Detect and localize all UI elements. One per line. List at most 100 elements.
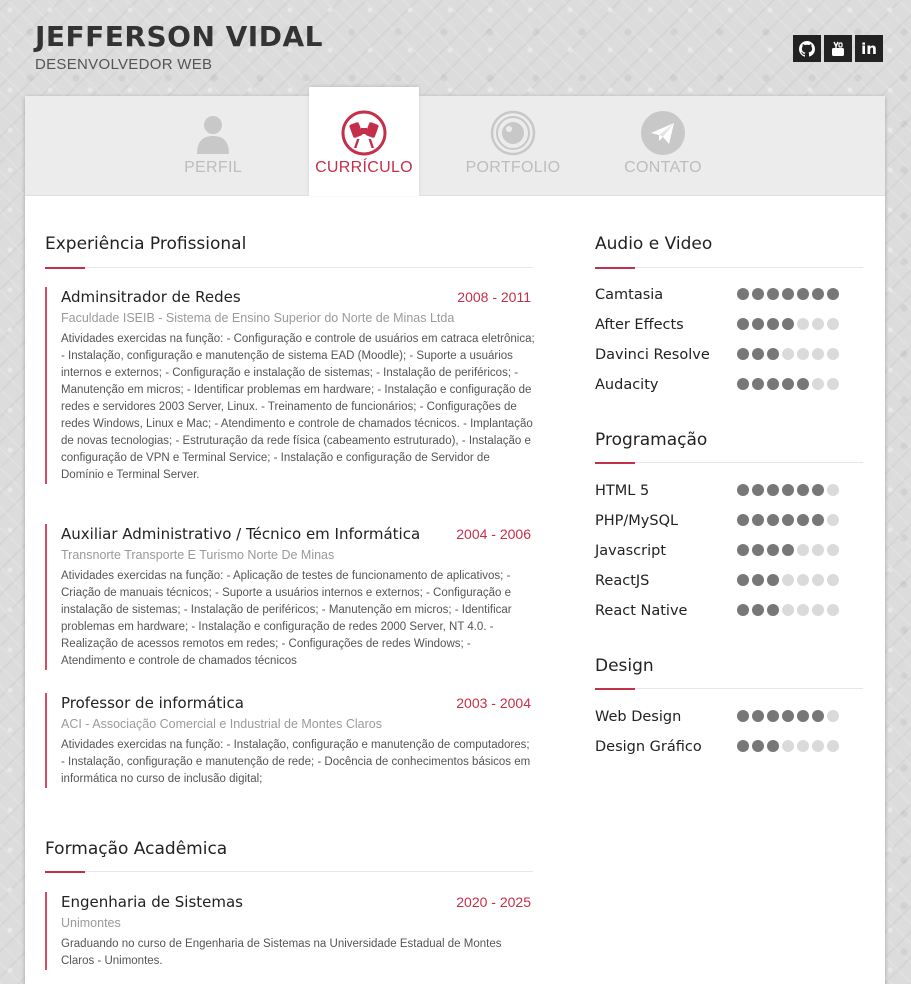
skill-row: Audacity (595, 375, 855, 395)
skill-dot-empty (827, 710, 839, 722)
skill-dot-filled (737, 544, 749, 556)
skill-dot-filled (752, 604, 764, 616)
skill-name: HTML 5 (595, 483, 650, 499)
skill-dot-filled (782, 514, 794, 526)
skill-dot-empty (782, 348, 794, 360)
skill-dot-empty (812, 348, 824, 360)
skill-dot-empty (797, 604, 809, 616)
resume-card: PERFIL CURRÍCULO PORTFOLIO CONTATO Exper… (25, 87, 885, 984)
skill-dot-empty (797, 348, 809, 360)
job-date: 2008 - 2011 (457, 289, 531, 305)
tab-portfolio[interactable]: PORTFOLIO (458, 96, 568, 196)
skill-dot-filled (752, 740, 764, 752)
skill-dot-empty (827, 574, 839, 586)
site-header: JEFFERSON VIDAL DESENVOLVEDOR WEB (35, 20, 323, 73)
job-description: Atividades exercidas na função: - Aplica… (61, 570, 512, 667)
skill-row: Design Gráfico (595, 737, 855, 757)
skill-level (737, 740, 839, 752)
skill-dot-empty (797, 318, 809, 330)
linkedin-icon: in (861, 39, 877, 58)
skill-level (737, 710, 839, 722)
skill-dot-filled (737, 288, 749, 300)
skill-level (737, 514, 839, 526)
skill-dot-filled (767, 318, 779, 330)
skill-row: React Native (595, 601, 855, 621)
tab-perfil[interactable]: PERFIL (158, 96, 268, 196)
skill-name: React Native (595, 603, 688, 619)
skill-dot-empty (812, 740, 824, 752)
skill-dot-empty (782, 574, 794, 586)
skill-level (737, 574, 839, 586)
skill-dot-filled (812, 288, 824, 300)
skill-dot-filled (812, 710, 824, 722)
skill-dot-filled (752, 288, 764, 300)
skill-dot-filled (767, 604, 779, 616)
skill-dot-filled (767, 514, 779, 526)
skill-row: After Effects (595, 315, 855, 335)
skill-dot-filled (782, 544, 794, 556)
skill-dot-filled (767, 378, 779, 390)
skill-dot-filled (782, 378, 794, 390)
skill-dot-filled (737, 710, 749, 722)
skill-dot-empty (812, 378, 824, 390)
skill-level (737, 378, 839, 390)
skill-dot-filled (737, 574, 749, 586)
skill-dot-empty (827, 348, 839, 360)
skill-dot-empty (827, 604, 839, 616)
skill-name: Javascript (595, 543, 667, 559)
tab-label: PORTFOLIO (465, 159, 561, 176)
section-divider (595, 462, 863, 464)
job-date: 2003 - 2004 (456, 695, 531, 711)
skill-dot-filled (782, 710, 794, 722)
skill-dot-filled (797, 288, 809, 300)
tab-curriculo[interactable]: CURRÍCULO (309, 87, 419, 196)
github-link[interactable] (793, 35, 821, 62)
skill-name: Design Gráfico (595, 739, 702, 755)
skill-dot-empty (827, 740, 839, 752)
skill-row: Davinci Resolve (595, 345, 855, 365)
skill-dot-filled (767, 288, 779, 300)
skill-name: Audacity (595, 377, 659, 393)
youtube-link[interactable] (824, 35, 852, 62)
skill-dot-empty (797, 574, 809, 586)
skill-dot-filled (782, 484, 794, 496)
skill-dot-empty (812, 318, 824, 330)
skill-dot-filled (737, 604, 749, 616)
linkedin-link[interactable]: in (855, 35, 883, 62)
skill-level (737, 318, 839, 330)
skill-dot-empty (797, 544, 809, 556)
skill-dot-empty (782, 604, 794, 616)
skill-dot-filled (767, 574, 779, 586)
skill-dot-filled (737, 514, 749, 526)
skill-name: ReactJS (595, 573, 650, 589)
section-divider (45, 871, 533, 873)
skill-dot-filled (752, 378, 764, 390)
job-description: Atividades exercidas na função: - Instal… (61, 739, 531, 785)
skill-dot-filled (782, 288, 794, 300)
skill-dot-filled (812, 484, 824, 496)
skill-dot-filled (767, 740, 779, 752)
github-icon (799, 40, 815, 57)
section-divider (595, 267, 863, 269)
skill-dot-empty (827, 544, 839, 556)
skill-name: Web Design (595, 709, 682, 725)
skill-dot-filled (752, 348, 764, 360)
skill-dot-filled (737, 484, 749, 496)
skill-dot-empty (812, 574, 824, 586)
skill-dot-empty (827, 514, 839, 526)
course-date: 2020 - 2025 (456, 894, 531, 910)
skill-dot-filled (752, 514, 764, 526)
experience-item: Adminsitrador de Redes 2008 - 2011 Facul… (45, 287, 535, 484)
social-links: in (793, 35, 883, 62)
skill-dot-filled (752, 318, 764, 330)
section-divider (595, 688, 863, 690)
skill-dot-filled (797, 710, 809, 722)
experience-title: Experiência Profissional (45, 234, 247, 254)
tab-bar: PERFIL CURRÍCULO PORTFOLIO CONTATO (25, 87, 885, 196)
tab-contato[interactable]: CONTATO (608, 96, 718, 196)
skill-dot-filled (752, 544, 764, 556)
skill-dot-empty (797, 740, 809, 752)
skill-dot-filled (737, 378, 749, 390)
skill-dot-empty (812, 604, 824, 616)
skill-dot-filled (737, 348, 749, 360)
